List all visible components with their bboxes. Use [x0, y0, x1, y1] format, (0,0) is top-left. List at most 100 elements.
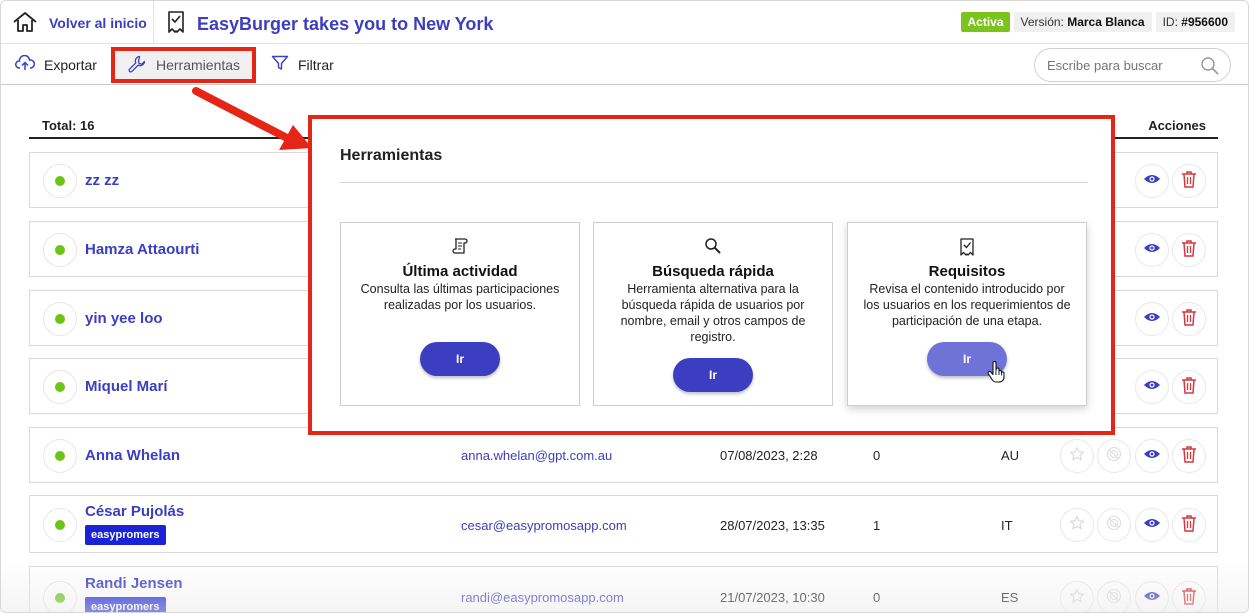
view-button[interactable] [1135, 302, 1169, 336]
tool-card-quick-search[interactable]: Búsqueda rápida Herramienta alternativa … [593, 222, 833, 406]
status-indicator [43, 581, 77, 612]
user-country: IT [1001, 518, 1013, 533]
filter-button[interactable]: Filtrar [271, 51, 334, 78]
divider [153, 1, 154, 44]
actions-header: Acciones [1148, 118, 1206, 133]
favorite-button[interactable] [1060, 581, 1094, 612]
card-title: Requisitos [928, 263, 1006, 280]
table-row[interactable]: Randi Jensen easypromers randi@easypromo… [29, 566, 1218, 612]
table-row[interactable]: César Pujolás easypromers cesar@easyprom… [29, 495, 1218, 553]
user-name[interactable]: Miquel Marí [85, 378, 168, 395]
participation-count: 1 [873, 518, 881, 533]
user-date: 21/07/2023, 10:30 [720, 590, 825, 605]
filter-label: Filtrar [298, 56, 334, 73]
app-title: EasyBurger takes you to New York [197, 14, 494, 34]
user-name[interactable]: Hamza Attaourti [85, 241, 199, 258]
go-button[interactable]: Ir [673, 358, 753, 392]
export-button[interactable]: Exportar [15, 51, 97, 78]
user-name[interactable]: César Pujolás [85, 503, 184, 520]
star-icon [1069, 588, 1085, 609]
home-label: Volver al inicio [49, 15, 147, 31]
status-indicator [43, 302, 77, 336]
status-dot [55, 593, 65, 603]
tool-card-requirements[interactable]: Requisitos Revisa el contenido introduci… [847, 222, 1087, 406]
star-icon [1069, 446, 1085, 467]
ribbon-icon [848, 237, 1086, 257]
magnifier-icon [594, 237, 832, 255]
table-row[interactable]: Anna Whelan anna.whelan@gpt.com.au 07/08… [29, 427, 1218, 483]
user-name[interactable]: Anna Whelan [85, 447, 180, 464]
cloud-upload-icon [15, 54, 35, 74]
user-email[interactable]: cesar@easypromosapp.com [461, 518, 627, 533]
view-button[interactable] [1135, 581, 1169, 612]
trash-icon [1181, 170, 1197, 193]
version-pill: Versión: Marca Blanca [1013, 12, 1152, 32]
version-label: Versión: [1020, 15, 1064, 29]
view-button[interactable] [1135, 233, 1169, 267]
ban-icon [1106, 515, 1122, 536]
delete-button[interactable] [1172, 233, 1206, 267]
user-email[interactable]: randi@easypromosapp.com [461, 590, 624, 605]
search-input[interactable] [1047, 57, 1197, 73]
trash-icon [1181, 445, 1197, 468]
block-button[interactable] [1097, 508, 1131, 542]
tools-button[interactable]: Herramientas [111, 47, 256, 83]
divider [340, 182, 1088, 183]
view-button[interactable] [1135, 370, 1169, 404]
ribbon-icon [167, 10, 185, 39]
version-value: Marca Blanca [1067, 15, 1145, 29]
tools-label: Herramientas [156, 57, 241, 73]
scroll-icon [341, 237, 579, 255]
eye-icon [1143, 516, 1161, 534]
delete-button[interactable] [1172, 508, 1206, 542]
eye-icon [1143, 241, 1161, 259]
card-description: Herramienta alternativa para la búsqueda… [620, 282, 806, 344]
delete-button[interactable] [1172, 302, 1206, 336]
group-tag[interactable]: easypromers [85, 597, 166, 612]
star-icon [1069, 515, 1085, 536]
go-button[interactable]: Ir [420, 342, 500, 376]
status-badge: Activa [961, 12, 1010, 32]
block-button[interactable] [1097, 439, 1131, 473]
hand-cursor-icon [987, 361, 1005, 388]
eye-icon [1143, 310, 1161, 328]
home-button[interactable]: Volver al inicio [11, 9, 147, 37]
toolbar: Exportar Herramientas Filtrar [1, 44, 1248, 85]
delete-button[interactable] [1172, 581, 1206, 612]
eye-icon [1143, 447, 1161, 465]
status-dot [55, 520, 65, 530]
group-tag[interactable]: easypromers [85, 525, 166, 545]
trash-icon [1181, 239, 1197, 262]
favorite-button[interactable] [1060, 439, 1094, 473]
total-count: Total: 16 [42, 118, 95, 133]
block-button[interactable] [1097, 581, 1131, 612]
eye-icon [1143, 172, 1161, 190]
tool-card-last-activity[interactable]: Última actividad Consulta las últimas pa… [340, 222, 580, 406]
status-dot [55, 245, 65, 255]
view-button[interactable] [1135, 508, 1169, 542]
favorite-button[interactable] [1060, 508, 1094, 542]
status-dot [55, 176, 65, 186]
view-button[interactable] [1135, 164, 1169, 198]
user-name[interactable]: yin yee loo [85, 310, 163, 327]
user-name[interactable]: Randi Jensen [85, 575, 183, 592]
user-email[interactable]: anna.whelan@gpt.com.au [461, 448, 612, 463]
id-label: ID: [1162, 15, 1178, 29]
funnel-icon [271, 55, 289, 74]
status-dot [55, 451, 65, 461]
ban-icon [1106, 446, 1122, 467]
delete-button[interactable] [1172, 164, 1206, 198]
participation-count: 0 [873, 448, 881, 463]
export-label: Exportar [44, 56, 97, 73]
delete-button[interactable] [1172, 439, 1206, 473]
status-indicator [43, 164, 77, 198]
home-icon [11, 11, 39, 36]
card-title: Búsqueda rápida [652, 263, 774, 280]
participation-count: 0 [873, 590, 881, 605]
search-box[interactable] [1034, 48, 1231, 82]
user-name[interactable]: zz zz [85, 172, 119, 189]
delete-button[interactable] [1172, 370, 1206, 404]
search-icon[interactable] [1200, 56, 1220, 79]
view-button[interactable] [1135, 439, 1169, 473]
id-pill: ID: #956600 [1155, 12, 1235, 32]
